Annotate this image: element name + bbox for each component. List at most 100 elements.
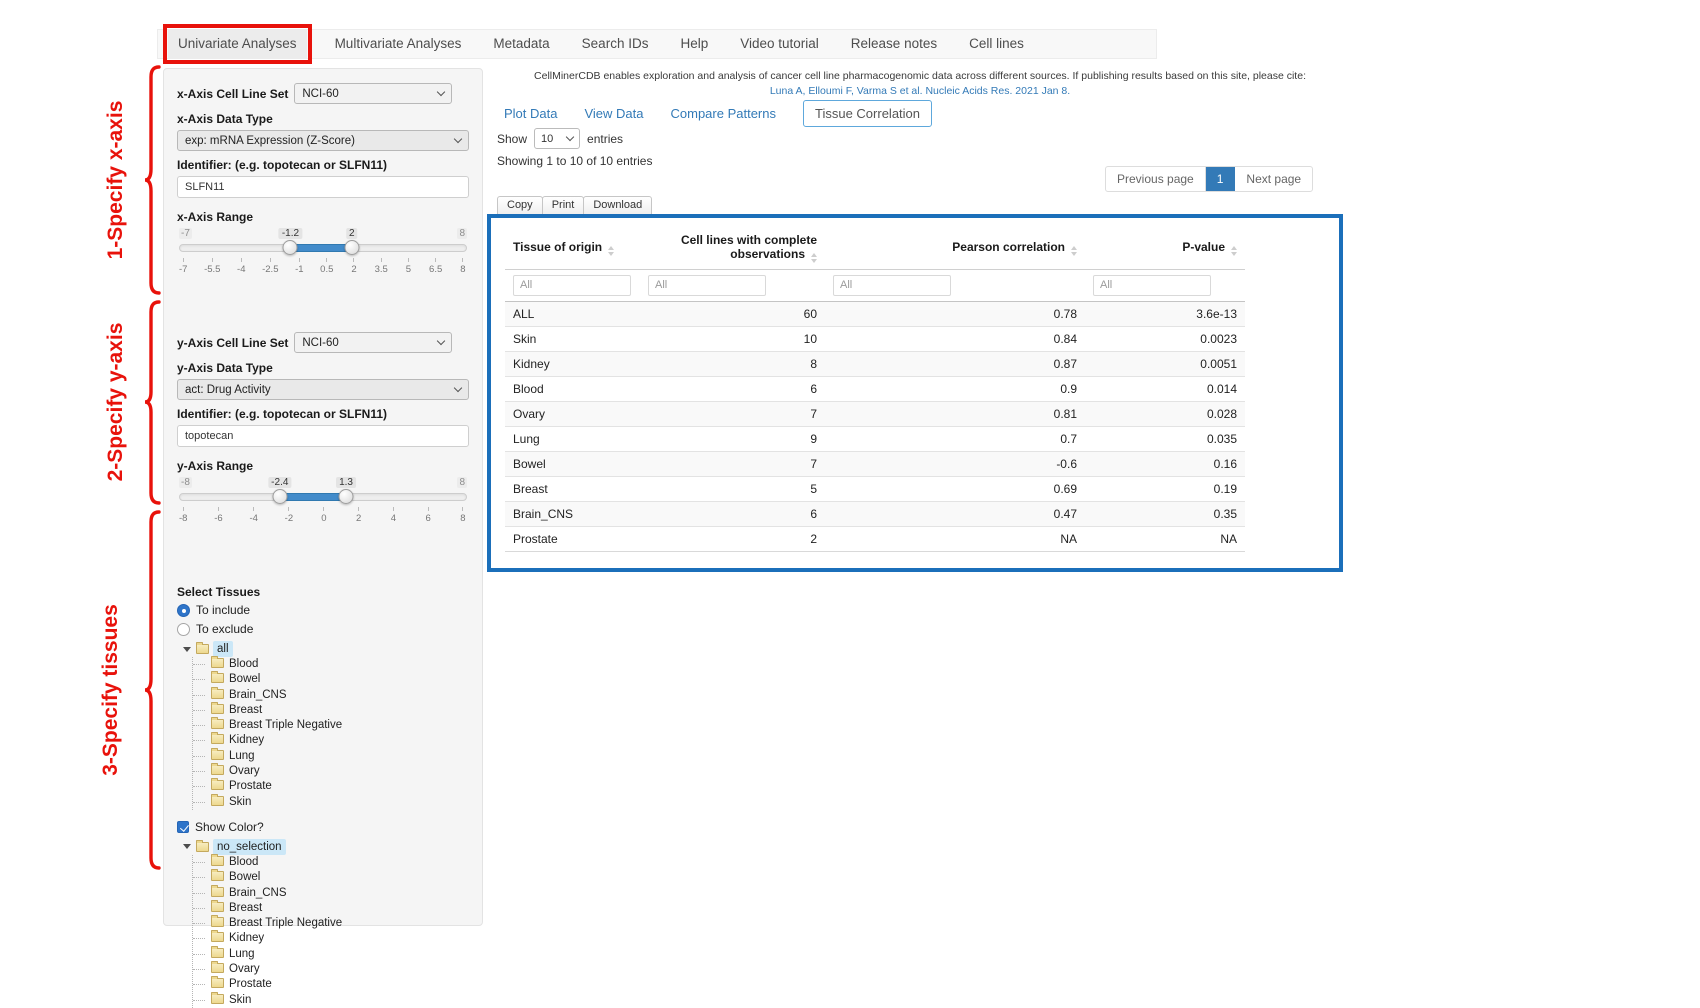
expand-arrow-icon[interactable] <box>183 844 191 849</box>
cell-cell-lines: 8 <box>640 351 825 376</box>
print-button[interactable]: Print <box>542 196 585 215</box>
tree-item-tissue[interactable]: Bowel <box>193 870 469 885</box>
tree-item-tissue[interactable]: Lung <box>193 947 469 962</box>
slider-handle-to[interactable] <box>339 489 354 504</box>
tree-item-tissue[interactable]: Lung <box>193 749 469 764</box>
tab-tissue-correlation[interactable]: Tissue Correlation <box>803 100 932 127</box>
y-identifier-input[interactable] <box>177 425 469 447</box>
previous-page-button[interactable]: Previous page <box>1106 167 1206 191</box>
next-page-button[interactable]: Next page <box>1235 167 1312 191</box>
sort-icon <box>1231 246 1237 256</box>
expand-arrow-icon[interactable] <box>183 647 191 652</box>
slider-selected-bar[interactable] <box>280 493 346 501</box>
table-row[interactable]: Brain_CNS 6 0.47 0.35 <box>505 501 1245 526</box>
table-row[interactable]: Skin 10 0.84 0.0023 <box>505 326 1245 351</box>
radio-to-exclude[interactable]: To exclude <box>177 622 469 636</box>
slider-to-label: 1.3 <box>336 477 356 488</box>
nav-tab-univariate-analyses[interactable]: Univariate Analyses <box>168 29 307 59</box>
table-row[interactable]: Bowel 7 -0.6 0.16 <box>505 451 1245 476</box>
download-button[interactable]: Download <box>583 196 652 215</box>
filter-pearson-input[interactable] <box>833 275 951 296</box>
y-data-type-select[interactable]: act: Drug Activity <box>177 379 469 400</box>
slider-handle-from[interactable] <box>272 489 287 504</box>
radio-to-include[interactable]: To include <box>177 603 469 617</box>
x-data-type-select[interactable]: exp: mRNA Expression (Z-Score) <box>177 130 469 151</box>
tree-item-tissue[interactable]: Ovary <box>193 962 469 977</box>
x-identifier-input[interactable] <box>177 176 469 198</box>
tree-item-tissue[interactable]: Breast <box>193 703 469 718</box>
tree-item-tissue[interactable]: Kidney <box>193 733 469 748</box>
folder-icon <box>211 689 224 699</box>
annotation-bracket-1 <box>143 64 161 296</box>
tree-item-tissue[interactable]: Ovary <box>193 764 469 779</box>
table-row[interactable]: Breast 5 0.69 0.19 <box>505 476 1245 501</box>
tick-label: -8 <box>179 507 187 524</box>
filter-pvalue-input[interactable] <box>1093 275 1211 296</box>
tree-item-tissue[interactable]: Breast <box>193 901 469 916</box>
tree-item-tissue[interactable]: Bowel <box>193 672 469 687</box>
tree-root-no-selection[interactable]: no_selection <box>183 839 469 855</box>
tree-item-tissue[interactable]: Brain_CNS <box>193 688 469 703</box>
x-cell-line-set-select[interactable]: NCI-60 <box>294 83 452 104</box>
filter-tissue-input[interactable] <box>513 275 631 296</box>
column-header-cell-lines[interactable]: Cell lines with complete observations <box>640 226 825 269</box>
cell-tissue: Bowel <box>505 451 640 476</box>
tick-label: 5 <box>404 258 412 275</box>
cell-cell-lines: 6 <box>640 376 825 401</box>
tab-plot-data[interactable]: Plot Data <box>504 106 557 121</box>
tree-item-tissue[interactable]: Brain_CNS <box>193 886 469 901</box>
tab-view-data[interactable]: View Data <box>584 106 643 121</box>
filter-cell-lines-input[interactable] <box>648 275 766 296</box>
tree-item-tissue[interactable]: Kidney <box>193 931 469 946</box>
citation-link[interactable]: Luna A, Elloumi F, Varma S et al. Nuclei… <box>500 85 1340 97</box>
tree-item-tissue[interactable]: Prostate <box>193 779 469 794</box>
nav-tab-video-tutorial[interactable]: Video tutorial <box>736 29 823 59</box>
column-header-pvalue[interactable]: P-value <box>1085 226 1245 269</box>
nav-tab-search-ids[interactable]: Search IDs <box>578 29 653 59</box>
nav-tab-cell-lines[interactable]: Cell lines <box>965 29 1028 59</box>
column-header-tissue[interactable]: Tissue of origin <box>505 226 640 269</box>
cell-cell-lines: 7 <box>640 401 825 426</box>
citation-text: CellMinerCDB enables exploration and ana… <box>500 70 1340 82</box>
tree-item-tissue[interactable]: Skin <box>193 993 469 1008</box>
tree-item-tissue[interactable]: Breast Triple Negative <box>193 916 469 931</box>
folder-icon <box>211 963 224 973</box>
slider-from-label: -1.2 <box>279 228 302 239</box>
table-row[interactable]: Blood 6 0.9 0.014 <box>505 376 1245 401</box>
show-color-checkbox[interactable]: Show Color? <box>177 820 469 834</box>
tree-item-tissue[interactable]: Blood <box>193 855 469 870</box>
slider-selected-bar[interactable] <box>290 244 351 252</box>
table-row[interactable]: Kidney 8 0.87 0.0051 <box>505 351 1245 376</box>
y-axis-range-slider[interactable]: -8 8 -2.4 1.3 -8-6-4-202468 <box>179 477 467 529</box>
table-row[interactable]: ALL 60 0.78 3.6e-13 <box>505 301 1245 326</box>
slider-handle-to[interactable] <box>344 240 359 255</box>
nav-tab-multivariate-analyses[interactable]: Multivariate Analyses <box>331 29 466 59</box>
radio-unselected-icon <box>177 623 190 636</box>
copy-button[interactable]: Copy <box>497 196 543 215</box>
entries-count-select[interactable]: 10 <box>534 128 580 149</box>
tree-item-tissue[interactable]: Skin <box>193 795 469 810</box>
annotation-bracket-3 <box>143 509 161 871</box>
slider-max-label: 8 <box>457 228 467 239</box>
chevron-down-icon <box>437 337 445 345</box>
page-1-button[interactable]: 1 <box>1206 167 1236 191</box>
radio-selected-icon <box>177 604 190 617</box>
y-cell-line-set-select[interactable]: NCI-60 <box>294 332 452 353</box>
tree-root-all[interactable]: all <box>183 641 469 657</box>
cell-cell-lines: 60 <box>640 301 825 326</box>
table-row[interactable]: Prostate 2 NA NA <box>505 526 1245 551</box>
column-header-pearson[interactable]: Pearson correlation <box>825 226 1085 269</box>
tree-item-tissue[interactable]: Blood <box>193 657 469 672</box>
table-row[interactable]: Ovary 7 0.81 0.028 <box>505 401 1245 426</box>
nav-tab-release-notes[interactable]: Release notes <box>847 29 941 59</box>
nav-tab-metadata[interactable]: Metadata <box>489 29 553 59</box>
nav-tab-help[interactable]: Help <box>676 29 712 59</box>
tree-item-tissue[interactable]: Breast Triple Negative <box>193 718 469 733</box>
tab-compare-patterns[interactable]: Compare Patterns <box>671 106 777 121</box>
slider-handle-from[interactable] <box>283 240 298 255</box>
cell-cell-lines: 6 <box>640 501 825 526</box>
tree-item-tissue[interactable]: Prostate <box>193 977 469 992</box>
table-row[interactable]: Lung 9 0.7 0.035 <box>505 426 1245 451</box>
slider-min-label: -7 <box>179 228 192 239</box>
x-axis-range-slider[interactable]: -7 8 -1.2 2 -7-5.5-4-2.5-10.523.556.58 <box>179 228 467 280</box>
